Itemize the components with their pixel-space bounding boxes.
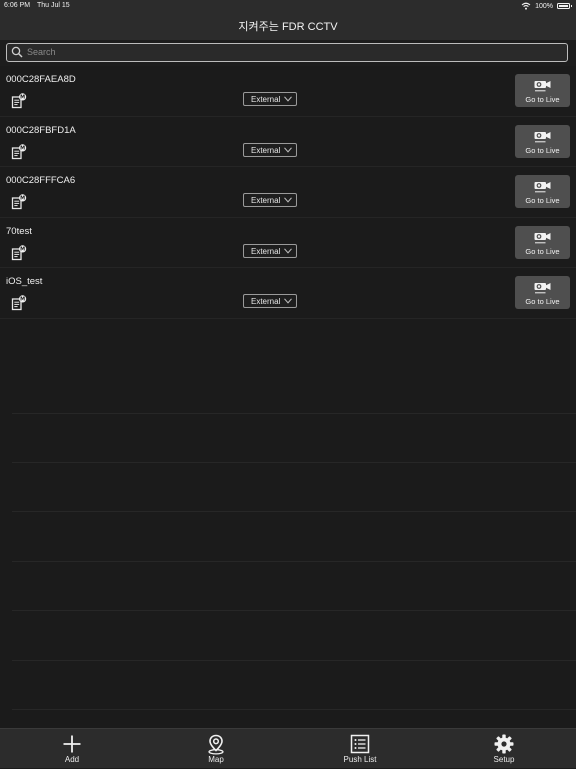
memo-m-icon[interactable]: M <box>11 93 27 109</box>
device-list: 000C28FAEA8D M External Go to Live 000C2… <box>0 66 576 319</box>
row-separator <box>12 660 576 661</box>
status-bar: 6:06 PM Thu Jul 15 100% <box>0 0 576 12</box>
mode-select-value: External <box>251 196 281 205</box>
device-row: 70test M External Go to Live <box>0 218 576 268</box>
mode-select[interactable]: External <box>243 294 297 308</box>
wifi-icon <box>521 2 531 10</box>
mode-select-value: External <box>251 95 281 104</box>
battery-icon <box>557 3 572 9</box>
cctv-camera-icon <box>534 131 551 142</box>
row-separator <box>12 561 576 562</box>
mode-select[interactable]: External <box>243 142 297 157</box>
chevron-down-icon <box>284 146 292 153</box>
cctv-camera-icon <box>534 232 551 243</box>
search-bar <box>0 40 576 66</box>
go-to-live-label: Go to Live <box>525 196 560 205</box>
go-to-live-button[interactable]: Go to Live <box>515 124 570 158</box>
memo-m-icon[interactable]: M <box>11 244 27 261</box>
go-to-live-button[interactable]: Go to Live <box>515 175 570 208</box>
mode-select[interactable]: External <box>243 243 297 258</box>
row-separator <box>12 709 576 710</box>
device-row: 000C28FFFCA6 M External Go to Live <box>0 167 576 218</box>
cctv-camera-icon <box>534 81 551 92</box>
status-date: Thu Jul 15 <box>37 2 70 9</box>
mode-select-value: External <box>251 246 281 256</box>
svg-text:M: M <box>20 196 25 202</box>
go-to-live-label: Go to Live <box>525 145 560 155</box>
svg-text:M: M <box>20 145 25 151</box>
tab-add-label: Add <box>64 755 80 764</box>
svg-text:M: M <box>20 297 25 303</box>
device-row: 000C28FAEA8D M External Go to Live <box>0 66 576 117</box>
device-name: iOS_test <box>6 276 43 287</box>
tab-push-list[interactable]: Push List <box>310 729 410 769</box>
go-to-live-button[interactable]: Go to Live <box>515 276 570 309</box>
svg-text:M: M <box>20 246 25 252</box>
search-field[interactable] <box>6 43 568 62</box>
tab-map-label: Map <box>208 755 224 764</box>
go-to-live-label: Go to Live <box>525 297 560 306</box>
row-separator <box>12 413 576 414</box>
tab-setup[interactable]: Setup <box>454 729 554 769</box>
device-row: iOS_test M External Go to Live <box>0 268 576 319</box>
gear-icon <box>494 734 514 754</box>
go-to-live-button[interactable]: Go to Live <box>515 225 570 259</box>
device-name: 70test <box>6 225 32 237</box>
cctv-camera-icon <box>534 182 551 193</box>
mode-select[interactable]: External <box>243 92 297 106</box>
svg-text:M: M <box>20 95 25 101</box>
tab-push-list-label: Push List <box>343 755 377 764</box>
go-to-live-label: Go to Live <box>525 95 560 104</box>
cctv-camera-icon <box>534 283 551 294</box>
tab-add[interactable]: Add <box>22 729 122 769</box>
mode-select[interactable]: External <box>243 193 297 207</box>
mode-select-value: External <box>251 297 281 306</box>
chevron-down-icon <box>284 298 292 304</box>
memo-m-icon[interactable]: M <box>11 194 27 210</box>
device-name: 000C28FAEA8D <box>6 74 76 85</box>
chevron-down-icon <box>284 247 292 254</box>
row-separator <box>12 462 576 463</box>
row-separator <box>12 511 576 512</box>
go-to-live-button[interactable]: Go to Live <box>515 74 570 107</box>
device-row: 000C28FBFD1A M External Go to Live <box>0 117 576 167</box>
tab-bar: Add Map Push List Setup <box>0 728 576 768</box>
page-title: 지켜주는 FDR CCTV <box>238 21 338 33</box>
memo-m-icon[interactable]: M <box>11 295 27 311</box>
chevron-down-icon <box>284 197 292 203</box>
device-name: 000C28FBFD1A <box>6 124 76 136</box>
battery-percent: 100% <box>535 2 553 10</box>
go-to-live-label: Go to Live <box>525 246 560 256</box>
search-icon <box>11 46 23 58</box>
row-separator <box>12 610 576 611</box>
device-name: 000C28FFFCA6 <box>6 175 76 186</box>
status-right: 100% <box>521 2 572 10</box>
navigation-bar: 지켜주는 FDR CCTV <box>0 12 576 40</box>
list-icon <box>350 734 370 754</box>
chevron-down-icon <box>284 96 292 102</box>
memo-m-icon[interactable]: M <box>11 143 27 160</box>
tab-map[interactable]: Map <box>166 729 266 769</box>
plus-icon <box>63 735 81 753</box>
status-time: 6:06 PM <box>4 2 31 9</box>
search-input[interactable] <box>27 45 557 59</box>
tab-setup-label: Setup <box>493 755 515 764</box>
map-pin-icon <box>208 734 224 755</box>
mode-select-value: External <box>251 145 281 155</box>
